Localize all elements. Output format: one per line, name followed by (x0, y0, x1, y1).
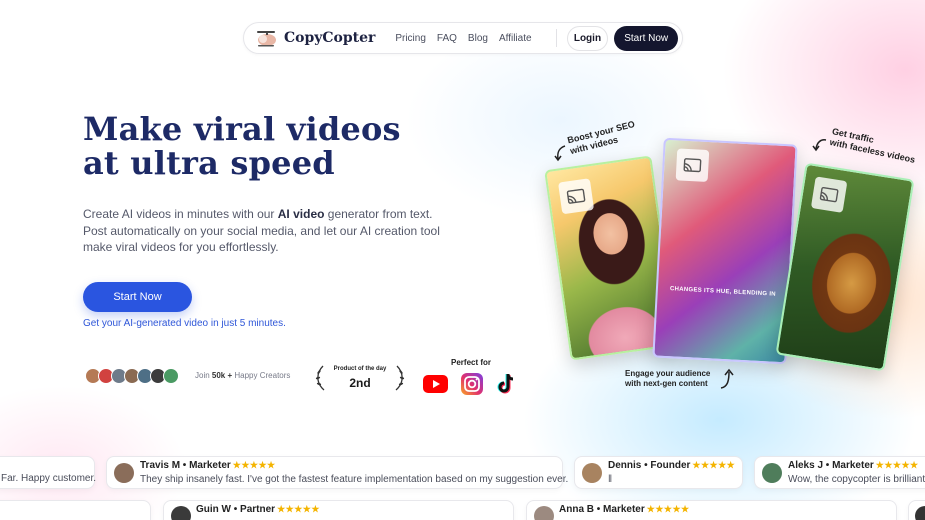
badge-label: Product of the day (333, 366, 387, 372)
testimonial-author: Aleks J • Marketer ★★★★★ (788, 460, 919, 471)
instagram-icon (461, 373, 483, 400)
hero-title-line-2: at ultra speed (83, 144, 335, 182)
testimonial-card (908, 500, 925, 520)
testimonial-author: Anna B • Marketer ★★★★★ (559, 504, 690, 515)
hero-desc-part-1: Create AI videos in minutes with our (83, 207, 278, 221)
arrow-up-icon (720, 368, 734, 389)
avatar (163, 368, 179, 384)
hero-title-line-1: Make viral videos (83, 110, 401, 148)
star-rating: ★★★★★ (692, 460, 736, 470)
star-rating: ★★★★★ (646, 504, 690, 514)
youtube-icon (423, 375, 448, 398)
author-name: Travis M • Marketer (140, 460, 231, 471)
author-name: Guin W • Partner (196, 504, 276, 515)
testimonial-text: They ship insanely fast. I've got the fa… (140, 474, 569, 485)
testimonial-author: Travis M • Marketer ★★★★★ (140, 460, 276, 471)
video-caption: CHANGES ITS HUE, BLENDING IN (669, 286, 777, 298)
perfect-for-label: Perfect for (451, 358, 492, 367)
hero-desc-bold: AI video (277, 207, 325, 221)
testimonial-author: Guin W • Partner ★★★★★ (196, 504, 320, 515)
annotation-boost-seo: Boost your SEO with videos (566, 118, 636, 157)
testimonial-card: Travis M • Marketer ★★★★★ They ship insan… (106, 456, 568, 489)
testimonial-author: Dennis • Founder ★★★★★ (608, 460, 735, 471)
brand-name: CopyCopter (284, 30, 376, 46)
testimonial-card: Aleks J • Marketer ★★★★★ Wow, the copycop… (754, 456, 925, 489)
avatar (114, 463, 134, 483)
nav-links: Pricing FAQ Blog Affiliate (395, 33, 531, 44)
author-name: Aleks J • Marketer (788, 460, 874, 471)
testimonial-card: Dennis • Founder ★★★★★ ‖ (574, 456, 743, 489)
cast-icon (557, 178, 595, 215)
author-name: Anna B • Marketer (559, 504, 645, 515)
nav-start-now-button[interactable]: Start Now (614, 25, 678, 51)
testimonial-card: Guin W • Partner ★★★★★ (163, 500, 514, 520)
star-rating: ★★★★★ (277, 504, 320, 514)
nav-link-blog[interactable]: Blog (468, 33, 488, 44)
hero-title: Make viral videos at ultra speed (83, 112, 403, 180)
hero-note: Get your AI-generated video in just 5 mi… (83, 318, 286, 329)
video-card-lion[interactable] (775, 162, 915, 372)
nav-divider (555, 29, 557, 47)
arrow-down-left-icon (554, 145, 566, 162)
testimonial-text: Wow, the copycopter is brilliant!! (788, 474, 925, 485)
testimonial-card (0, 500, 151, 520)
brand-logo[interactable]: CopyCopter (254, 28, 379, 48)
nav-link-faq[interactable]: FAQ (437, 33, 457, 44)
top-navbar: CopyCopter Pricing FAQ Blog Affiliate Lo… (243, 22, 683, 54)
product-of-the-day-badge: Product of the day 2nd (313, 364, 407, 392)
join-suffix: Happy Creators (232, 371, 291, 380)
avatar (915, 506, 925, 520)
avatar (762, 463, 782, 483)
login-button[interactable]: Login (566, 25, 609, 51)
author-name: Dennis • Founder (608, 460, 691, 471)
creator-avatars (85, 368, 179, 384)
nav-link-pricing[interactable]: Pricing (395, 33, 426, 44)
annotation-engage: Engage your audience with next-gen conte… (625, 369, 711, 388)
testimonial-card: Anna B • Marketer ★★★★★ (526, 500, 897, 520)
platform-icons (423, 373, 516, 400)
join-count: 50k + (211, 371, 233, 380)
video-card-chameleon[interactable]: CHANGES ITS HUE, BLENDING IN (652, 137, 798, 365)
cast-icon (810, 176, 848, 213)
hero-start-now-button[interactable]: Start Now (83, 282, 192, 312)
avatar (534, 506, 554, 520)
badge-rank: 2nd (349, 376, 371, 390)
helicopter-logo-icon (254, 28, 278, 48)
annotation-get-traffic: Get traffic with faceless videos (828, 126, 917, 165)
join-prefix: Join (195, 371, 212, 380)
testimonial-text: ‖ (608, 474, 613, 485)
join-creators-text: Join 50k + Happy Creators (195, 371, 290, 380)
testimonial-card: Far. Happy customer. (0, 456, 97, 489)
avatar (582, 463, 602, 483)
avatar (171, 506, 191, 520)
star-rating: ★★★★★ (875, 460, 919, 470)
star-rating: ★★★★★ (232, 460, 276, 470)
nav-link-affiliate[interactable]: Affiliate (499, 33, 532, 44)
cast-icon (675, 148, 710, 182)
tiktok-icon (496, 373, 516, 400)
testimonial-text: Far. Happy customer. (1, 473, 97, 484)
arrow-left-icon (812, 139, 827, 152)
hero-description: Create AI videos in minutes with our AI … (83, 206, 453, 256)
